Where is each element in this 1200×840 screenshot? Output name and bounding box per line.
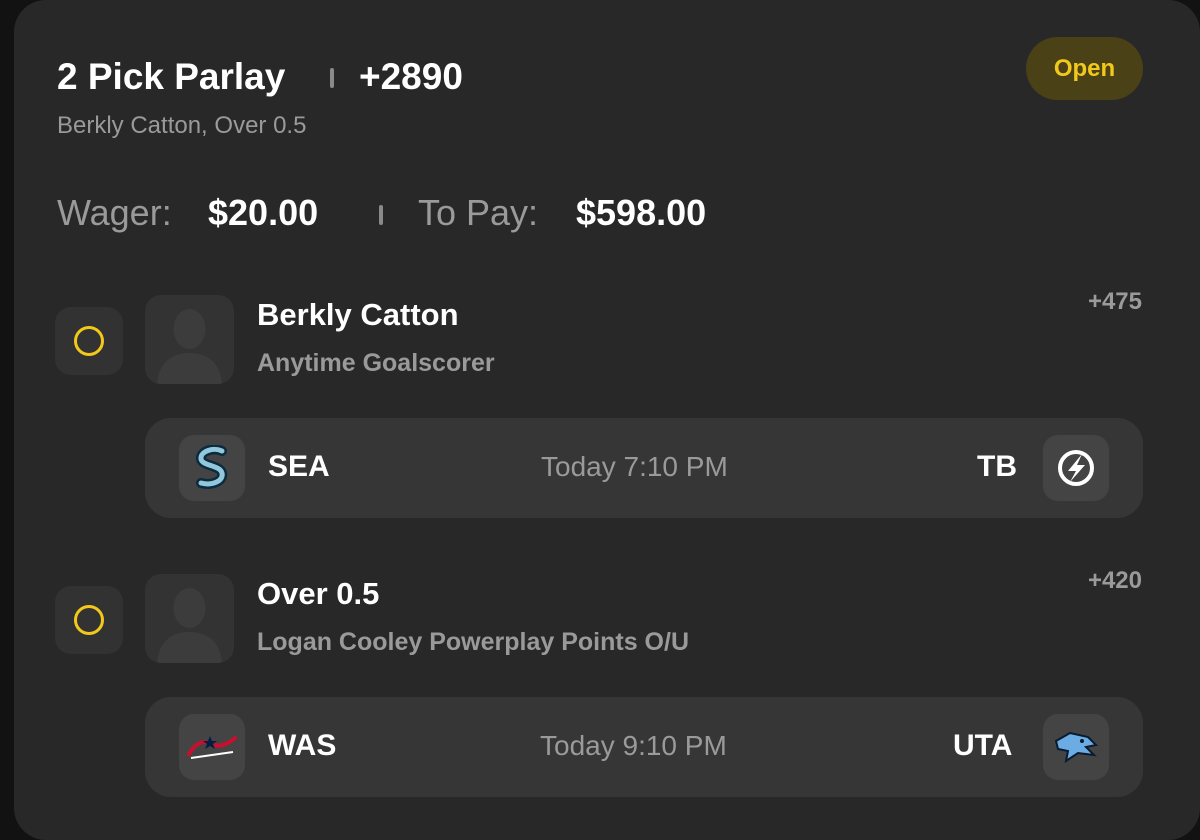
away-team: UTA <box>953 729 1013 762</box>
pick-item[interactable]: Berkly Catton Anytime Goalscorer +475 SE… <box>14 280 1200 520</box>
pick-status-radio[interactable] <box>55 586 123 654</box>
wager-label: Wager: <box>57 192 172 233</box>
pick-title: Berkly Catton <box>257 297 459 332</box>
lightning-logo-icon <box>1043 435 1109 501</box>
pick-item[interactable]: Over 0.5 Logan Cooley Powerplay Points O… <box>14 559 1200 799</box>
game-time: Today 9:10 PM <box>540 730 727 761</box>
pick-market: Logan Cooley Powerplay Points O/U <box>257 628 690 656</box>
pick-title: Over 0.5 <box>257 576 380 611</box>
pending-circle-icon <box>74 605 104 635</box>
person-silhouette-icon <box>157 309 222 384</box>
utah-logo-icon <box>1043 714 1109 780</box>
pick-market: Anytime Goalscorer <box>257 349 495 377</box>
status-badge: Open <box>1026 37 1143 100</box>
pending-circle-icon <box>74 326 104 356</box>
person-silhouette-icon <box>157 588 222 663</box>
pick-status-radio[interactable] <box>55 307 123 375</box>
pick-odds: +420 <box>1087 567 1142 594</box>
away-team: TB <box>977 450 1017 483</box>
player-avatar <box>145 574 234 663</box>
home-team: SEA <box>268 450 330 483</box>
game-time: Today 7:10 PM <box>541 451 728 482</box>
title-separator <box>330 68 334 88</box>
home-team: WAS <box>268 729 337 762</box>
bet-title: 2 Pick Parlay <box>57 56 286 97</box>
total-odds: +2890 <box>359 56 463 97</box>
kraken-logo-icon <box>179 435 245 501</box>
player-avatar <box>145 295 234 384</box>
topay-label: To Pay: <box>418 192 539 233</box>
game-matchup-bar[interactable]: WAS Today 9:10 PM UTA <box>145 697 1143 797</box>
capitals-logo-icon <box>179 714 245 780</box>
wager-separator <box>379 205 383 225</box>
wager-value: $20.00 <box>208 192 319 233</box>
pick-odds: +475 <box>1087 288 1142 315</box>
game-matchup-bar[interactable]: SEA Today 7:10 PM TB <box>145 418 1143 518</box>
bet-subtitle: Berkly Catton, Over 0.5 <box>57 112 307 139</box>
bet-card[interactable]: 2 Pick Parlay +2890 Berkly Catton, Over … <box>14 0 1200 840</box>
topay-value: $598.00 <box>576 192 707 233</box>
